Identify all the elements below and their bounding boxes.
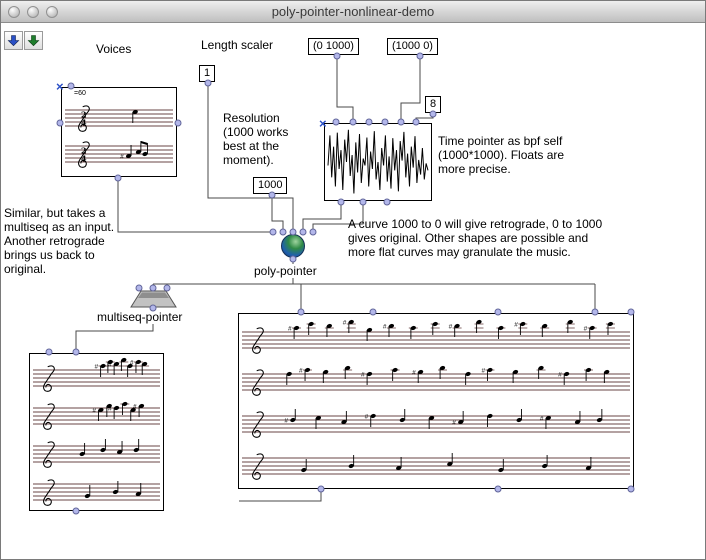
close-button[interactable] bbox=[8, 6, 20, 18]
svg-text:#: # bbox=[133, 404, 137, 411]
value-box-range-down[interactable]: (1000 0) bbox=[387, 38, 438, 55]
svg-text:4: 4 bbox=[81, 118, 87, 128]
svg-text:#: # bbox=[540, 416, 544, 423]
length-scaler-label: Length scaler bbox=[201, 38, 273, 52]
connection-port[interactable] bbox=[298, 309, 305, 316]
multiseq-score-right: # # # # # # # # # # # # # # # bbox=[239, 314, 633, 488]
connection-port[interactable] bbox=[57, 120, 64, 127]
svg-text:#: # bbox=[120, 154, 124, 161]
multiseq-score-left: # # # # # # bbox=[30, 354, 163, 510]
connection-port[interactable] bbox=[136, 285, 143, 292]
connection-port[interactable] bbox=[334, 53, 341, 60]
connection-port[interactable] bbox=[73, 349, 80, 356]
multiseq-editor-right[interactable]: # # # # # # # # # # # # # # # bbox=[238, 313, 634, 489]
svg-text:#: # bbox=[130, 360, 134, 367]
svg-text:#: # bbox=[299, 368, 303, 375]
svg-text:#: # bbox=[412, 370, 416, 377]
connection-port[interactable] bbox=[592, 309, 599, 316]
window-controls bbox=[8, 6, 58, 18]
svg-text:#: # bbox=[361, 372, 365, 379]
edit-x-icon[interactable]: × bbox=[319, 117, 327, 130]
app-window: poly-pointer-nonlinear-demo Voices Lengt… bbox=[0, 0, 706, 560]
svg-text:#: # bbox=[383, 324, 387, 331]
connection-port[interactable] bbox=[205, 80, 212, 87]
svg-text:#: # bbox=[284, 418, 288, 425]
connection-port[interactable] bbox=[269, 192, 276, 199]
svg-text:#: # bbox=[481, 368, 485, 375]
connection-port[interactable] bbox=[300, 229, 307, 236]
zoom-button[interactable] bbox=[46, 6, 58, 18]
chord-editor-box[interactable]: 2424# =60 bbox=[61, 87, 177, 177]
svg-text:#: # bbox=[449, 324, 453, 331]
connection-port[interactable] bbox=[318, 486, 325, 493]
poly-pointer-label: poly-pointer bbox=[253, 264, 318, 278]
svg-text:#: # bbox=[584, 326, 588, 333]
connection-port[interactable] bbox=[495, 309, 502, 316]
connection-port[interactable] bbox=[366, 119, 373, 126]
voices-label: Voices bbox=[96, 42, 131, 56]
connection-port[interactable] bbox=[430, 111, 437, 118]
down-arrow-icon bbox=[7, 34, 20, 47]
patch-canvas[interactable]: Voices Length scaler (0 1000) (1000 0) 1… bbox=[1, 23, 705, 559]
svg-text:#: # bbox=[288, 326, 292, 333]
connection-port[interactable] bbox=[68, 83, 75, 90]
connection-port[interactable] bbox=[360, 199, 367, 206]
connection-port[interactable] bbox=[333, 119, 340, 126]
svg-text:#: # bbox=[108, 406, 112, 413]
connection-port[interactable] bbox=[150, 285, 157, 292]
minimize-button[interactable] bbox=[27, 6, 39, 18]
tempo-marking: =60 bbox=[74, 90, 86, 97]
connection-port[interactable] bbox=[73, 508, 80, 515]
chord-editor-score: 2424# bbox=[62, 88, 176, 176]
curve-note: A curve 1000 to 0 will give retrograde, … bbox=[348, 217, 610, 259]
connection-port[interactable] bbox=[280, 229, 287, 236]
window-title: poly-pointer-nonlinear-demo bbox=[272, 4, 435, 19]
connection-port[interactable] bbox=[270, 229, 277, 236]
svg-text:#: # bbox=[343, 320, 347, 327]
multiseq-pointer-label: multiseq-pointer bbox=[96, 310, 183, 324]
bpf-curve bbox=[325, 124, 431, 200]
bpf-editor-box[interactable] bbox=[324, 123, 432, 201]
connection-port[interactable] bbox=[175, 120, 182, 127]
value-box-range-up[interactable]: (0 1000) bbox=[308, 38, 359, 55]
svg-text:#: # bbox=[108, 362, 112, 369]
connection-port[interactable] bbox=[628, 486, 635, 493]
arrow-button-blue[interactable] bbox=[4, 31, 23, 50]
svg-text:#: # bbox=[92, 408, 96, 415]
connection-port[interactable] bbox=[628, 309, 635, 316]
down-arrow-icon bbox=[27, 34, 40, 47]
connection-port[interactable] bbox=[384, 199, 391, 206]
title-bar[interactable]: poly-pointer-nonlinear-demo bbox=[1, 1, 705, 23]
connection-port[interactable] bbox=[398, 119, 405, 126]
connection-port[interactable] bbox=[164, 285, 171, 292]
poly-pointer-node[interactable] bbox=[281, 234, 305, 258]
connection-port[interactable] bbox=[495, 486, 502, 493]
resolution-note: Resolution (1000 works best at the momen… bbox=[223, 111, 299, 167]
connection-port[interactable] bbox=[115, 175, 122, 182]
connection-port[interactable] bbox=[413, 119, 420, 126]
connection-port[interactable] bbox=[370, 309, 377, 316]
svg-text:4: 4 bbox=[81, 154, 87, 164]
svg-text:#: # bbox=[558, 372, 562, 379]
connection-port[interactable] bbox=[417, 53, 424, 60]
connection-port[interactable] bbox=[150, 305, 157, 312]
arrow-button-green[interactable] bbox=[24, 31, 43, 50]
svg-text:#: # bbox=[365, 414, 369, 421]
svg-text:#: # bbox=[452, 420, 456, 427]
connection-port[interactable] bbox=[290, 256, 297, 263]
connection-port[interactable] bbox=[382, 119, 389, 126]
multiseq-editor-left[interactable]: # # # # # # bbox=[29, 353, 164, 511]
connection-port[interactable] bbox=[310, 229, 317, 236]
connection-port[interactable] bbox=[338, 199, 345, 206]
connection-port[interactable] bbox=[290, 229, 297, 236]
svg-text:#: # bbox=[514, 322, 518, 329]
edit-x-icon[interactable]: × bbox=[56, 80, 64, 93]
connection-port[interactable] bbox=[350, 119, 357, 126]
time-pointer-note: Time pointer as bpf self (1000*1000). Fl… bbox=[438, 134, 582, 176]
similar-note: Similar, but takes a multiseq as an inpu… bbox=[4, 206, 128, 276]
connection-port[interactable] bbox=[46, 349, 53, 356]
svg-text:#: # bbox=[95, 364, 99, 371]
